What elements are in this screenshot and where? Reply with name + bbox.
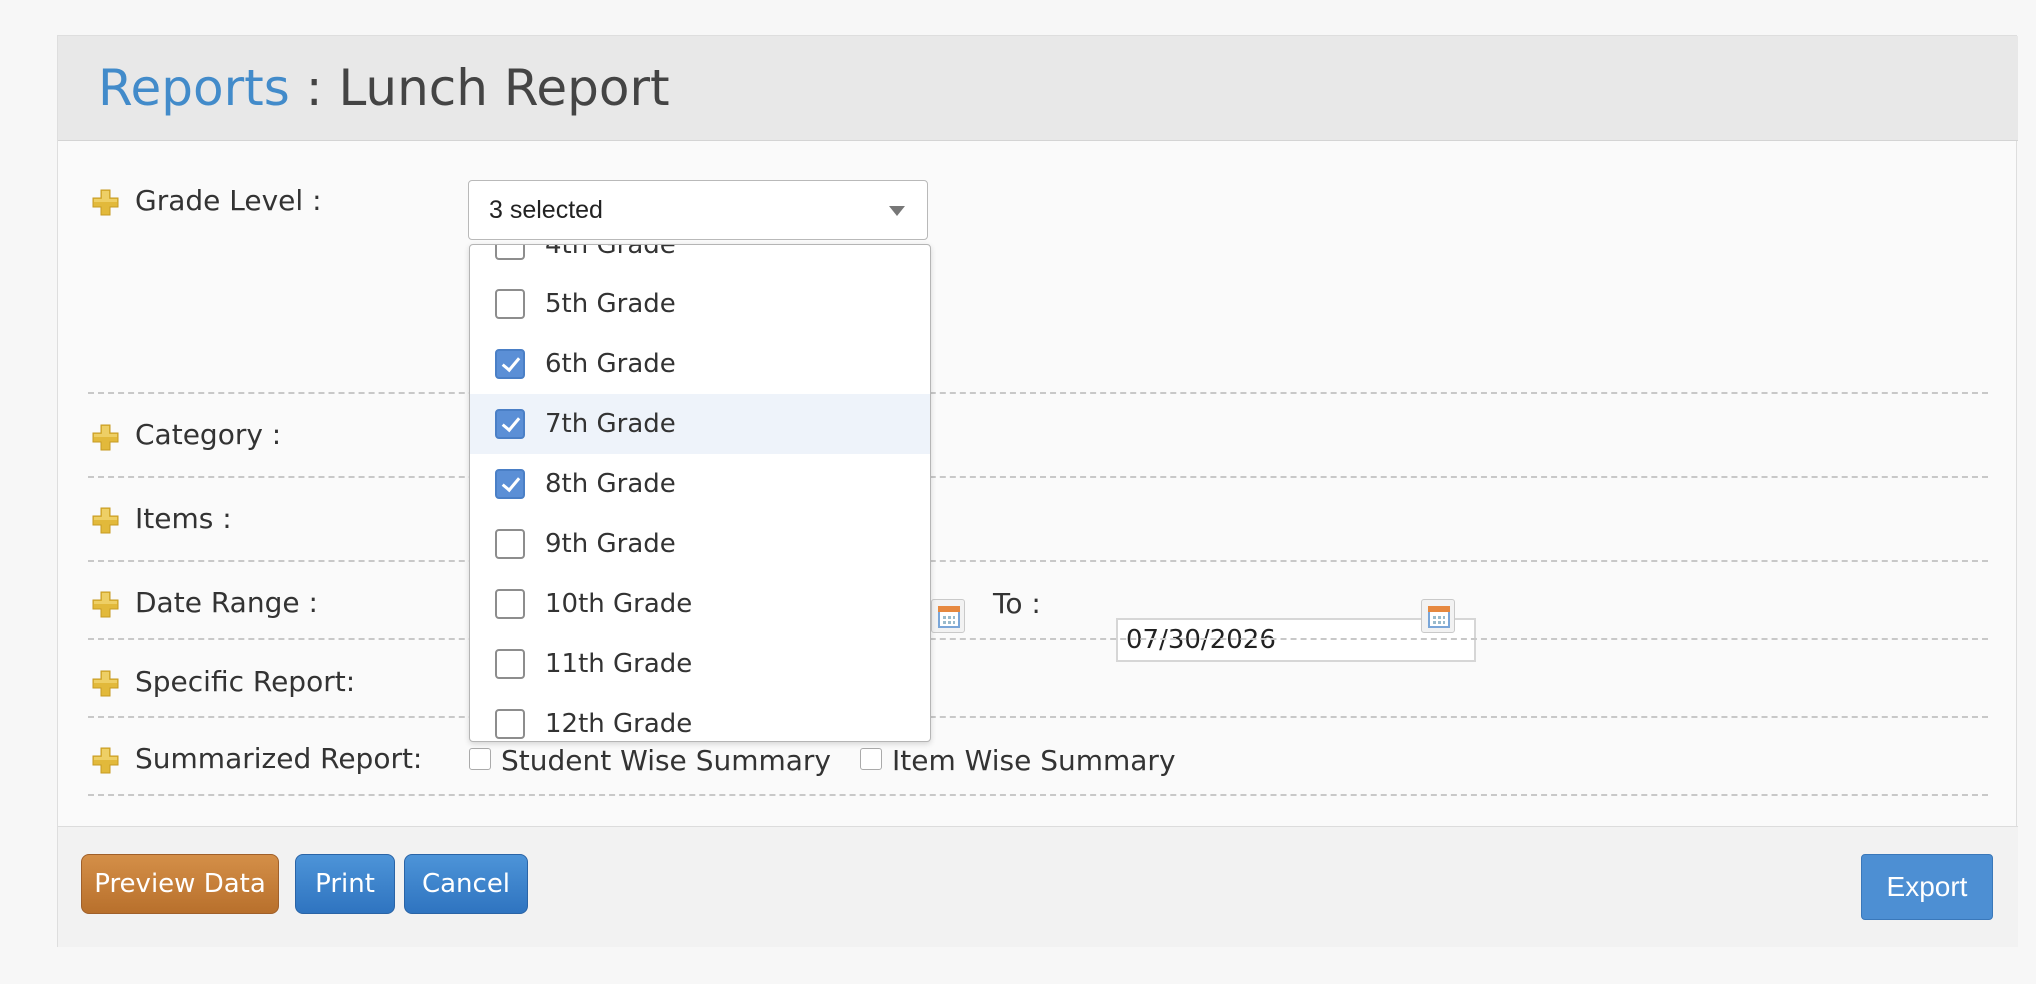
item-wise-summary-label[interactable]: Item Wise Summary [892, 744, 1176, 778]
grade-option-9th[interactable]: 9th Grade [470, 514, 930, 574]
option-label: 7th Grade [545, 409, 676, 439]
grade-option-6th[interactable]: 6th Grade [470, 334, 930, 394]
grade-option-12th[interactable]: 12th Grade [470, 694, 930, 741]
breadcrumb-separator: : [289, 59, 339, 117]
page-header: Reports : Lunch Report [58, 36, 2018, 141]
chevron-down-icon [889, 206, 905, 216]
option-checkbox[interactable] [495, 649, 525, 679]
calendar-icon [1428, 606, 1450, 628]
plus-icon[interactable] [92, 670, 119, 697]
option-checkbox-checked[interactable] [495, 469, 525, 499]
plus-icon[interactable] [92, 591, 119, 618]
grade-option-4th[interactable]: 4th Grade [470, 244, 930, 275]
date-range-label: Date Range : [135, 586, 318, 619]
option-label: 4th Grade [545, 244, 676, 260]
option-checkbox-checked[interactable] [495, 409, 525, 439]
grade-level-dropdown[interactable]: 4th Grade 5th Grade 6th Grade 7th Grade … [469, 244, 931, 742]
preview-data-button[interactable]: Preview Data [81, 854, 279, 914]
to-date-calendar-button[interactable] [1421, 599, 1455, 633]
plus-icon[interactable] [92, 507, 119, 534]
grade-level-label: Grade Level : [135, 184, 322, 217]
row-divider [88, 476, 1988, 478]
plus-icon[interactable] [92, 189, 119, 216]
grade-option-7th[interactable]: 7th Grade [470, 394, 930, 454]
option-label: 5th Grade [545, 289, 676, 319]
summarized-report-label: Summarized Report: [135, 742, 423, 775]
row-divider [88, 560, 1988, 562]
student-wise-summary-checkbox[interactable] [469, 748, 491, 770]
grade-option-8th[interactable]: 8th Grade [470, 454, 930, 514]
grade-option-11th[interactable]: 11th Grade [470, 634, 930, 694]
row-divider [88, 716, 1988, 718]
items-label: Items : [135, 502, 232, 535]
option-checkbox[interactable] [495, 289, 525, 319]
print-button[interactable]: Print [295, 854, 395, 914]
row-divider [88, 794, 1988, 796]
option-label: 10th Grade [545, 589, 693, 619]
breadcrumb-reports[interactable]: Reports [98, 59, 290, 117]
item-wise-summary-checkbox[interactable] [860, 748, 882, 770]
to-label: To : [993, 587, 1041, 620]
from-date-calendar-button[interactable] [931, 599, 965, 633]
option-checkbox[interactable] [495, 529, 525, 559]
plus-icon[interactable] [92, 747, 119, 774]
option-checkbox[interactable] [495, 245, 525, 260]
calendar-icon [938, 606, 960, 628]
option-label: 12th Grade [545, 709, 693, 739]
grade-option-10th[interactable]: 10th Grade [470, 574, 930, 634]
option-label: 9th Grade [545, 529, 676, 559]
option-checkbox[interactable] [495, 589, 525, 619]
action-bar: Preview Data Print Cancel Export [58, 826, 2018, 947]
page-title: Reports : Lunch Report [98, 58, 670, 118]
option-label: 6th Grade [545, 349, 676, 379]
category-label: Category : [135, 418, 282, 451]
export-button[interactable]: Export [1861, 854, 1993, 920]
plus-icon[interactable] [92, 424, 119, 451]
student-wise-summary-label[interactable]: Student Wise Summary [501, 744, 831, 778]
cancel-button[interactable]: Cancel [404, 854, 528, 914]
option-checkbox-checked[interactable] [495, 349, 525, 379]
row-divider [88, 638, 1988, 640]
report-panel: Reports : Lunch Report Grade Level : Cat… [57, 35, 2018, 947]
option-label: 8th Grade [545, 469, 676, 499]
grade-level-select[interactable]: 3 selected [468, 180, 928, 240]
option-checkbox[interactable] [495, 709, 525, 739]
breadcrumb-current: Lunch Report [338, 59, 670, 117]
grade-level-selected-value: 3 selected [489, 196, 603, 224]
specific-report-label: Specific Report: [135, 665, 356, 698]
option-label: 11th Grade [545, 649, 693, 679]
grade-option-5th[interactable]: 5th Grade [470, 274, 930, 334]
row-divider [88, 392, 1988, 394]
